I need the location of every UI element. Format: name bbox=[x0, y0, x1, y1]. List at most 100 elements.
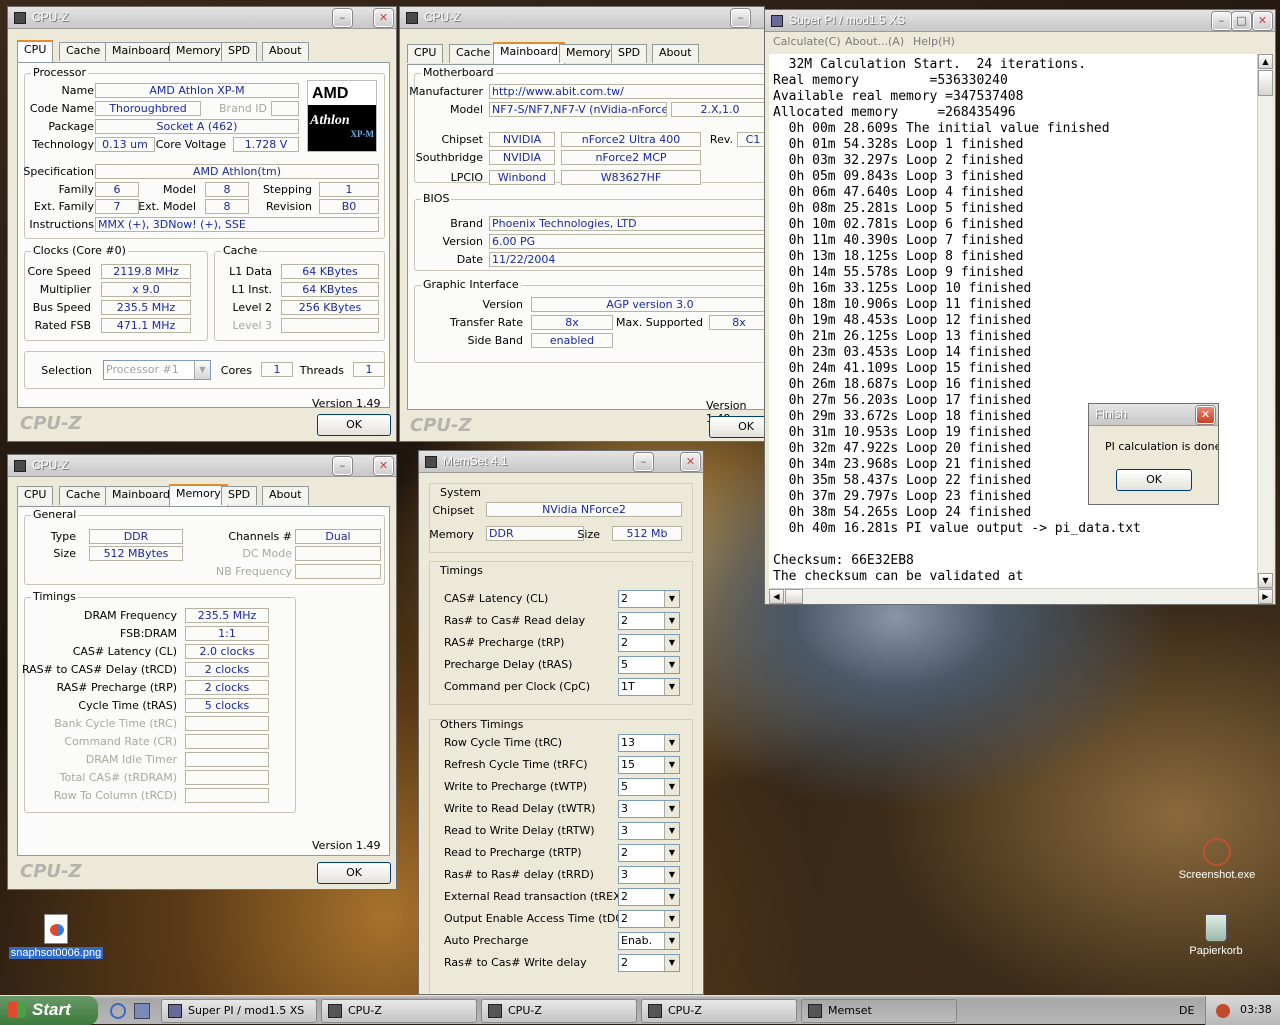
scroll-up-icon[interactable]: ▲ bbox=[1258, 54, 1273, 69]
window-title: CPU-Z bbox=[32, 458, 69, 472]
timing-value bbox=[185, 752, 269, 767]
task-superpi[interactable]: Super PI / mod1.5 XS bbox=[161, 999, 317, 1023]
tab-memory[interactable]: Memory bbox=[169, 484, 228, 506]
timing-select[interactable]: 15 ▼ bbox=[618, 756, 680, 774]
max-supported-value: 8x bbox=[709, 315, 764, 330]
tab-mainboard[interactable]: Mainboard bbox=[105, 486, 178, 505]
tab-about[interactable]: About bbox=[262, 42, 309, 61]
menu-about[interactable]: About...(A) bbox=[845, 35, 904, 48]
brand-id-value bbox=[271, 101, 299, 116]
timing-select[interactable]: 5 ▼ bbox=[618, 778, 680, 796]
task-cpuz-1[interactable]: CPU-Z bbox=[321, 999, 477, 1023]
memory-panel: General Type DDR Channels # Dual Size 51… bbox=[17, 506, 390, 856]
menu-help[interactable]: Help(H) bbox=[913, 35, 955, 48]
timing-select[interactable]: 3 ▼ bbox=[618, 866, 680, 884]
minimize-button[interactable]: – bbox=[634, 453, 653, 471]
desktop-icon-screenshot[interactable]: Screenshot.exe bbox=[1172, 838, 1262, 881]
timing-label: Ras# to Cas# Read delay bbox=[444, 614, 586, 627]
technology-value: 0.13 um bbox=[95, 137, 155, 152]
timing-select[interactable]: Enab. ▼ bbox=[618, 932, 680, 950]
title-bar[interactable]: CPU-Z – bbox=[400, 7, 764, 29]
chevron-down-icon: ▼ bbox=[664, 933, 679, 949]
cpuz-mainboard-window: CPU-Z – CPU Cache Mainboard Memory SPD A… bbox=[399, 6, 765, 442]
timing-label: Auto Precharge bbox=[444, 934, 529, 947]
vertical-scrollbar[interactable]: ▲ ▼ bbox=[1257, 54, 1273, 588]
minimize-button[interactable]: – bbox=[731, 9, 750, 27]
tab-cache[interactable]: Cache bbox=[59, 486, 108, 505]
timing-select[interactable]: 2 ▼ bbox=[618, 844, 680, 862]
timing-select[interactable]: 2 ▼ bbox=[618, 590, 680, 608]
close-button[interactable]: ✕ bbox=[1253, 12, 1272, 30]
quicklaunch-ie-icon[interactable] bbox=[110, 1003, 126, 1019]
scroll-left-icon[interactable]: ◀ bbox=[769, 589, 784, 604]
family-value: 6 bbox=[95, 182, 139, 197]
timing-label: RAS# to CAS# Delay (tRCD) bbox=[21, 663, 177, 676]
title-bar[interactable]: CPU-Z – ✕ bbox=[8, 455, 396, 477]
cpuz-icon bbox=[14, 12, 26, 24]
timing-select[interactable]: 3 ▼ bbox=[618, 800, 680, 818]
timing-select[interactable]: 13 ▼ bbox=[618, 734, 680, 752]
tab-cpu[interactable]: CPU bbox=[17, 40, 54, 62]
tab-spd[interactable]: SPD bbox=[221, 486, 258, 505]
horizontal-scrollbar[interactable]: ◀ ▶ bbox=[769, 588, 1273, 604]
timing-select[interactable]: 3 ▼ bbox=[618, 822, 680, 840]
language-indicator[interactable]: DE bbox=[1179, 1004, 1194, 1017]
window-title: Super PI / mod1.5 XS bbox=[789, 13, 906, 27]
minimize-button[interactable]: – bbox=[1212, 12, 1231, 30]
task-cpuz-3[interactable]: CPU-Z bbox=[641, 999, 797, 1023]
timing-label: CAS# Latency (CL) bbox=[444, 592, 549, 605]
task-cpuz-2[interactable]: CPU-Z bbox=[481, 999, 637, 1023]
timing-select[interactable]: 2 ▼ bbox=[618, 910, 680, 928]
tab-mainboard[interactable]: Mainboard bbox=[493, 42, 566, 64]
close-button[interactable]: ✕ bbox=[374, 457, 393, 475]
tab-cache[interactable]: Cache bbox=[59, 42, 108, 61]
minimize-button[interactable]: – bbox=[333, 9, 352, 27]
tab-memory[interactable]: Memory bbox=[559, 44, 618, 63]
timing-select[interactable]: 2 ▼ bbox=[618, 634, 680, 652]
timing-select[interactable]: 1T ▼ bbox=[618, 678, 680, 696]
timing-select[interactable]: 5 ▼ bbox=[618, 656, 680, 674]
title-bar[interactable]: Super PI / mod1.5 XS – □ ✕ bbox=[765, 10, 1275, 32]
tab-memory[interactable]: Memory bbox=[169, 42, 228, 61]
menu-calculate[interactable]: Calculate(C) bbox=[773, 35, 841, 48]
tab-mainboard[interactable]: Mainboard bbox=[105, 42, 178, 61]
close-button[interactable]: ✕ bbox=[1196, 406, 1215, 424]
scroll-down-icon[interactable]: ▼ bbox=[1258, 573, 1273, 588]
processor-select[interactable]: Processor #1 ▼ bbox=[103, 360, 211, 380]
close-button[interactable]: ✕ bbox=[681, 453, 700, 471]
close-button[interactable]: ✕ bbox=[374, 9, 393, 27]
timing-select[interactable]: 2 ▼ bbox=[618, 954, 680, 972]
tab-cpu[interactable]: CPU bbox=[17, 486, 54, 505]
ok-button[interactable]: OK bbox=[1116, 469, 1192, 491]
timing-select[interactable]: 2 ▼ bbox=[618, 612, 680, 630]
tab-about[interactable]: About bbox=[652, 44, 699, 63]
tab-cpu[interactable]: CPU bbox=[407, 44, 444, 63]
maximize-button[interactable]: □ bbox=[1232, 12, 1251, 30]
timing-select[interactable]: 2 ▼ bbox=[618, 888, 680, 906]
ok-button[interactable]: OK bbox=[317, 862, 391, 884]
title-bar[interactable]: Finish ✕ bbox=[1089, 404, 1218, 426]
tab-cache[interactable]: Cache bbox=[449, 44, 498, 63]
tab-spd[interactable]: SPD bbox=[611, 44, 648, 63]
memset-window: MemSet 4.1 – ✕ System Chipset NVidia NFo… bbox=[418, 450, 704, 995]
desktop-icon-snapshot[interactable]: snaphsot0006.png bbox=[6, 914, 106, 959]
desktop-icon-recycle-bin[interactable]: Papierkorb bbox=[1180, 914, 1252, 957]
model-value: 8 bbox=[205, 182, 249, 197]
minimize-button[interactable]: – bbox=[333, 457, 352, 475]
title-bar[interactable]: CPU-Z – ✕ bbox=[8, 7, 396, 29]
tray-shield-icon[interactable] bbox=[1216, 1004, 1230, 1018]
task-memset[interactable]: Memset bbox=[801, 999, 957, 1023]
ok-button[interactable]: OK bbox=[317, 414, 391, 436]
title-bar[interactable]: MemSet 4.1 – ✕ bbox=[419, 451, 703, 473]
manufacturer-value: http://www.abit.com.tw/ bbox=[489, 84, 764, 99]
ok-button[interactable]: OK bbox=[709, 416, 764, 438]
start-button[interactable]: Start bbox=[0, 996, 98, 1025]
tab-about[interactable]: About bbox=[262, 486, 309, 505]
scroll-right-icon[interactable]: ▶ bbox=[1258, 589, 1273, 604]
scroll-thumb-h[interactable] bbox=[785, 589, 803, 604]
scroll-thumb[interactable] bbox=[1258, 70, 1273, 96]
finish-message: PI calculation is done! bbox=[1105, 440, 1219, 453]
quicklaunch-desktop-icon[interactable] bbox=[134, 1003, 150, 1019]
bios-version-value: 6.00 PG bbox=[489, 234, 764, 249]
tab-spd[interactable]: SPD bbox=[221, 42, 258, 61]
